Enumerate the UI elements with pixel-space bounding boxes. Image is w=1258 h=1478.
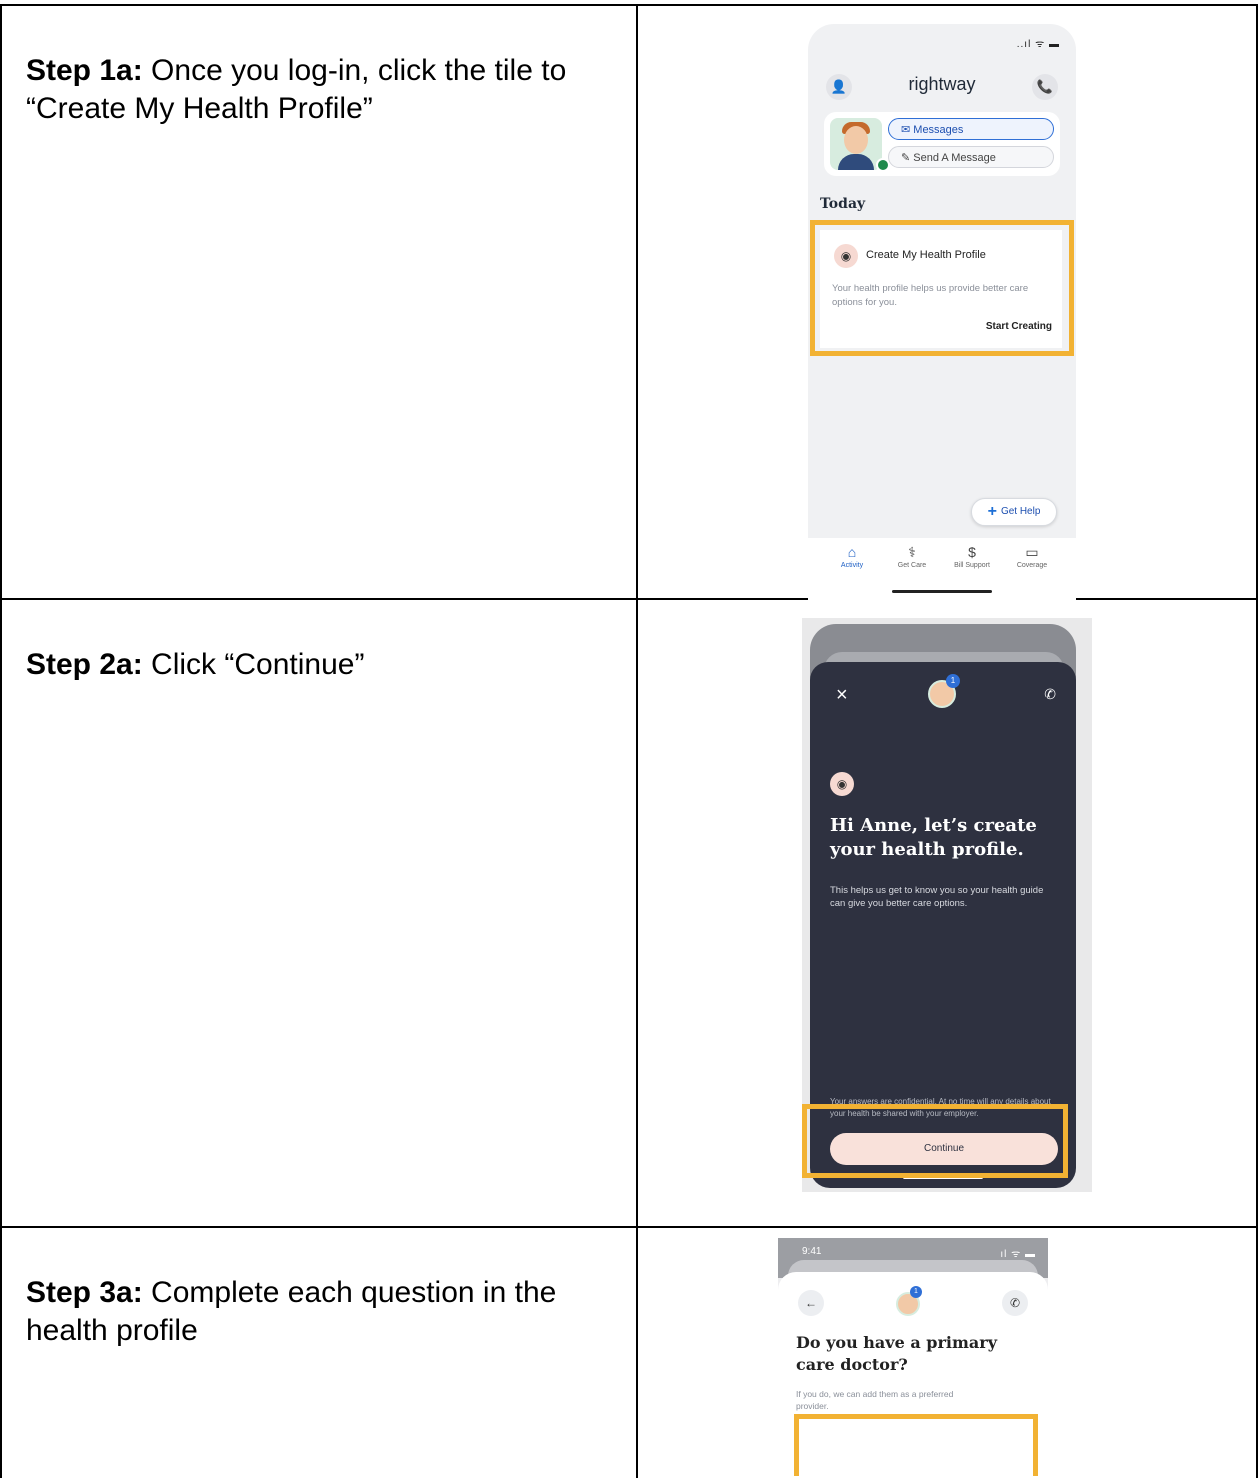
compose-icon: ✎ xyxy=(901,152,914,164)
step-text-cell: Step 1a: Once you log-in, click the tile… xyxy=(0,4,638,600)
home-indicator xyxy=(892,590,992,593)
step-label: Step 3a: xyxy=(26,1276,143,1309)
stethoscope-icon: ⚕ xyxy=(908,544,916,560)
status-icons: ıl ᯤ ▬ xyxy=(1000,1249,1036,1260)
send-message-label: Send A Message xyxy=(913,152,996,164)
step-label: Step 2a: xyxy=(26,648,143,681)
envelope-icon: ✉ xyxy=(901,124,914,136)
step-2a-text: Step 2a: Click “Continue” xyxy=(26,646,616,684)
step-3a-text: Step 3a: Complete each question in the h… xyxy=(26,1274,616,1350)
status-time: 9:41 xyxy=(802,1246,822,1257)
back-arrow-icon[interactable]: ← xyxy=(798,1290,824,1316)
health-guide-avatar xyxy=(830,118,882,170)
steps-table: Step 1a: Once you log-in, click the tile… xyxy=(0,4,1258,1478)
intro-screen-screenshot: × 1 ✆ ◉ Hi Anne, let’s create your healt… xyxy=(802,618,1092,1192)
messages-card: ✉ Messages ✎ Send A Message xyxy=(824,112,1060,176)
home-icon: ⌂ xyxy=(847,544,857,560)
step-row: Step 2a: Click “Continue” × 1 ✆ ◉ Hi Ann… xyxy=(0,598,1258,1228)
question-subtext: If you do, we can add them as a preferre… xyxy=(796,1389,954,1411)
section-title: Today xyxy=(820,196,866,212)
notification-badge: 1 xyxy=(910,1286,922,1298)
step-image-cell: × 1 ✆ ◉ Hi Anne, let’s create your healt… xyxy=(636,598,1258,1228)
step-row: Step 1a: Once you log-in, click the tile… xyxy=(0,4,1258,600)
step-text-cell: Step 2a: Click “Continue” xyxy=(0,598,638,1228)
card-icon: ▭ xyxy=(1025,544,1039,560)
plus-icon: + xyxy=(987,503,997,520)
question-screen-screenshot: 9:41 ıl ᯤ ▬ ← 1 ✆ Do you have a primary … xyxy=(778,1238,1048,1476)
get-help-button[interactable]: + Get Help xyxy=(971,498,1057,526)
phone-icon[interactable]: ✆ xyxy=(1002,1290,1028,1316)
target-icon: ◉ xyxy=(830,772,854,796)
status-icons: ..ıl ᯤ ▬ xyxy=(1016,39,1060,50)
intro-body: This helps us get to know you so your he… xyxy=(830,885,1044,909)
step-image-cell: ..ıl ᯤ ▬ 👤 rightway 📞 ✉ Messages ✎ Send … xyxy=(636,4,1258,600)
question-title: Do you have a primary care doctor? xyxy=(796,1333,997,1374)
phone-icon[interactable]: 📞 xyxy=(1032,74,1058,100)
send-message-button[interactable]: ✎ Send A Message xyxy=(888,146,1054,168)
tab-label: Get Care xyxy=(897,562,927,569)
step-row: Step 3a: Complete each question in the h… xyxy=(0,1226,1258,1478)
tab-activity[interactable]: ⌂ Activity xyxy=(822,544,882,569)
step-1a-text: Step 1a: Once you log-in, click the tile… xyxy=(26,52,616,128)
tab-label: Coverage xyxy=(1016,562,1048,569)
highlight-box xyxy=(794,1414,1038,1476)
step-instruction: Click “Continue” xyxy=(142,648,365,681)
highlight-box xyxy=(810,220,1074,356)
notification-badge: 1 xyxy=(946,674,960,688)
messages-button[interactable]: ✉ Messages xyxy=(888,118,1054,140)
tab-coverage[interactable]: ▭ Coverage xyxy=(1002,544,1062,569)
question-sheet: ← 1 ✆ Do you have a primary care doctor?… xyxy=(778,1272,1048,1476)
step-image-cell: 9:41 ıl ᯤ ▬ ← 1 ✆ Do you have a primary … xyxy=(636,1226,1258,1478)
phone-icon[interactable]: ✆ xyxy=(1044,686,1056,703)
tab-label: Activity xyxy=(840,562,864,569)
dollar-icon: $ xyxy=(968,544,976,560)
highlight-box xyxy=(802,1104,1068,1178)
messages-label: Messages xyxy=(913,124,964,136)
close-icon[interactable]: × xyxy=(836,684,848,707)
intro-headline: Hi Anne, let’s create your health profil… xyxy=(830,815,1037,860)
step-text-cell: Step 3a: Complete each question in the h… xyxy=(0,1226,638,1478)
get-help-label: Get Help xyxy=(1000,506,1041,517)
step-label: Step 1a: xyxy=(26,54,143,87)
tab-bill-support[interactable]: $ Bill Support xyxy=(942,544,1002,569)
home-screen-screenshot: ..ıl ᯤ ▬ 👤 rightway 📞 ✉ Messages ✎ Send … xyxy=(808,24,1076,600)
tab-get-care[interactable]: ⚕ Get Care xyxy=(882,544,942,569)
tab-label: Bill Support xyxy=(954,562,990,569)
